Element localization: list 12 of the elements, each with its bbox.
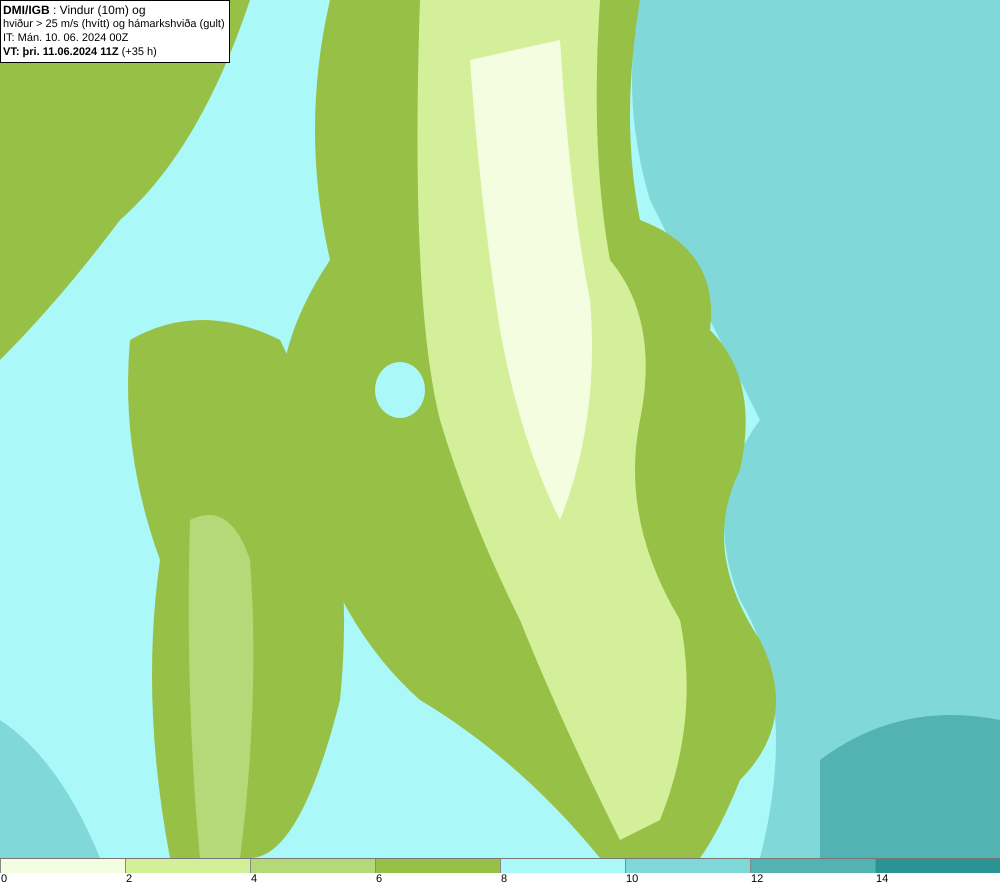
scale-label: 0	[0, 873, 8, 886]
scale-label: 8	[500, 873, 508, 886]
title-line: DMI/IGB : Vindur (10m) og	[3, 3, 146, 17]
scale-label: 2	[125, 873, 132, 886]
scale-label: 10	[625, 873, 638, 886]
title-line: hviður > 25 m/s (hvítt) og hámarkshviða (gult)	[3, 17, 225, 31]
title-line: VT: þri. 11.06.2024 11Z (+35 h)	[3, 45, 158, 59]
scale-label: 14	[875, 873, 888, 886]
scale-label: 4	[250, 873, 258, 886]
scale-label: 6	[375, 873, 382, 886]
scale-label: 12	[750, 873, 764, 886]
title-line: IT: Mán. 10. 06. 2024 00Z	[3, 31, 130, 45]
